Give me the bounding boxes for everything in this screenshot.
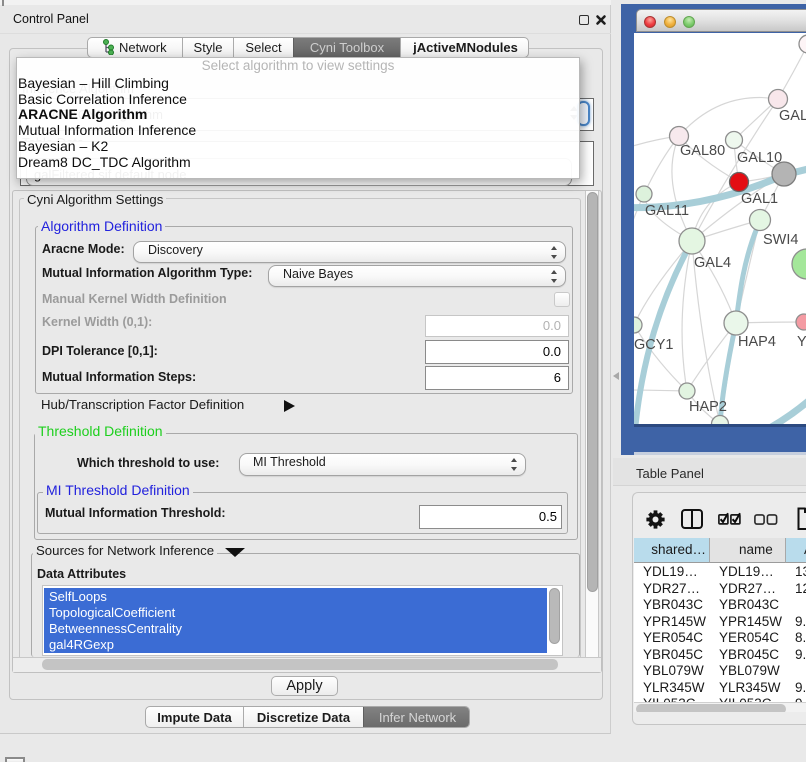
svg-text:HAP2: HAP2 — [689, 399, 727, 415]
svg-text:GAL80: GAL80 — [680, 143, 725, 159]
svg-text:GAL4: GAL4 — [694, 255, 731, 271]
svg-text:HAP4: HAP4 — [738, 334, 776, 350]
svg-text:SWI4: SWI4 — [763, 232, 798, 248]
svg-text:GAL1: GAL1 — [741, 191, 778, 207]
svg-text:GAL10: GAL10 — [737, 150, 782, 166]
svg-text:GAL11: GAL11 — [645, 203, 689, 219]
svg-text:Y: Y — [797, 334, 806, 350]
svg-text:GCY1: GCY1 — [634, 337, 674, 353]
svg-text:GAL2: GAL2 — [779, 108, 806, 124]
